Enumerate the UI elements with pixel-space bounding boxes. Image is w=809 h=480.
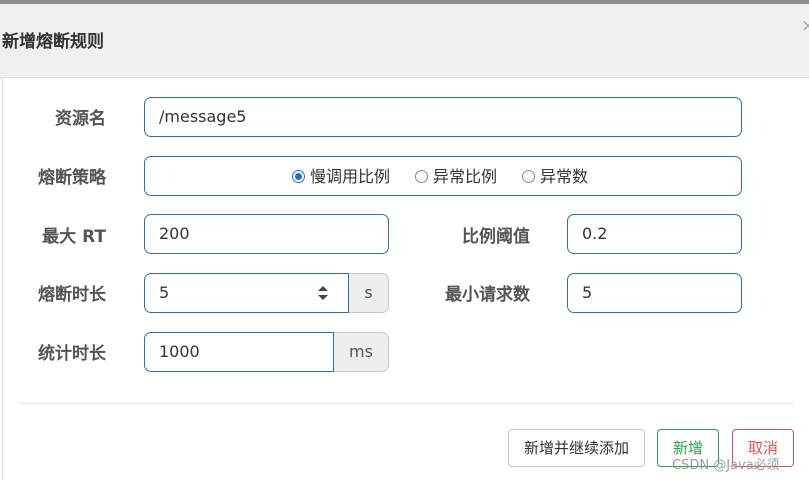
footer-divider: [20, 403, 793, 404]
radio-checked-icon: [292, 170, 305, 183]
ratio-threshold-input[interactable]: 0.2: [567, 214, 742, 254]
radio-exception-ratio[interactable]: 异常比例: [415, 168, 497, 186]
max-rt-label: 最大 RT: [42, 227, 106, 247]
dialog-title: 新增熔断规则: [2, 32, 104, 52]
stat-duration-input[interactable]: 1000: [144, 332, 334, 372]
ratio-threshold-label: 比例阈值: [462, 227, 530, 247]
max-rt-input[interactable]: 200: [144, 214, 389, 254]
resource-name-label: 资源名: [55, 109, 106, 129]
strategy-label: 熔断策略: [38, 168, 106, 188]
dialog-header: 新增熔断规则 ×: [0, 4, 809, 78]
strategy-radio-group: 慢调用比例 异常比例 异常数: [144, 156, 742, 196]
break-duration-unit: s: [349, 273, 389, 313]
watermark: CSDN @Java必须: [672, 458, 780, 473]
radio-icon: [522, 170, 535, 183]
add-and-continue-button[interactable]: 新增并继续添加: [508, 429, 645, 467]
min-requests-label: 最小请求数: [445, 285, 530, 305]
radio-exception-count[interactable]: 异常数: [522, 168, 588, 186]
min-requests-input[interactable]: 5: [567, 273, 742, 313]
close-icon[interactable]: ×: [801, 16, 809, 36]
stat-duration-unit: ms: [334, 332, 389, 372]
spinner-arrows-icon[interactable]: [316, 284, 330, 302]
stat-duration-label: 统计时长: [38, 344, 106, 364]
radio-slow-call-ratio[interactable]: 慢调用比例: [292, 168, 390, 186]
break-duration-label: 熔断时长: [38, 285, 106, 305]
radio-icon: [415, 170, 428, 183]
resource-name-input[interactable]: /message5: [144, 97, 742, 137]
